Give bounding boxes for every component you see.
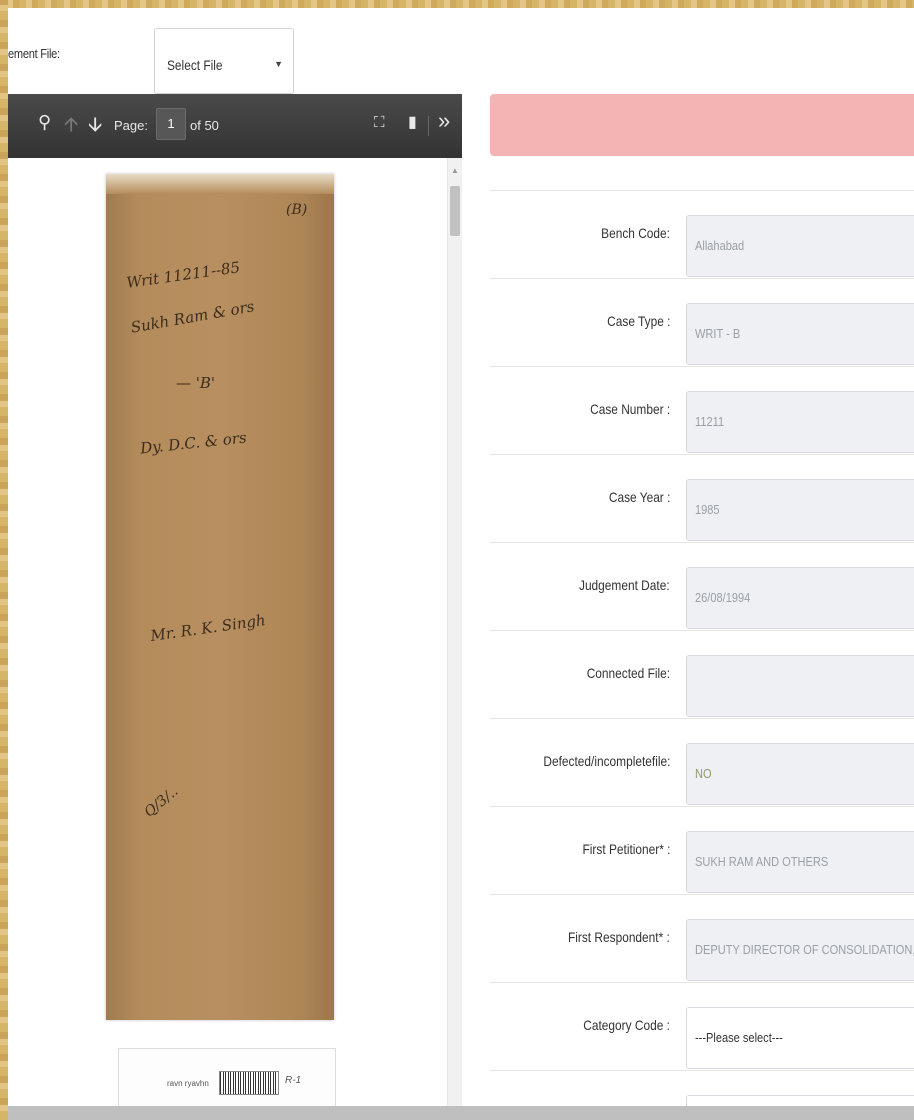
- case-type-field[interactable]: WRIT - B: [686, 303, 914, 365]
- double-chevron-right-icon[interactable]: »: [438, 108, 450, 134]
- toolbar-separator: [428, 116, 429, 136]
- document-page-cover: (B) Writ 11211--85 Sukh Ram & ors — 'B' …: [106, 174, 334, 1020]
- page-frame-top: [0, 0, 914, 8]
- caret-down-icon: ▼: [274, 59, 283, 69]
- page-number-input[interactable]: 1: [156, 108, 186, 140]
- case-type-label: Case Type :: [606, 313, 670, 329]
- handwriting-note: Sukh Ram & ors: [129, 297, 256, 337]
- pdf-viewer: ⚲ 🡩 🡫 Page: 1 of 50 ⛶ ▮ » (B) Writ 11211…: [8, 94, 462, 1120]
- form-row-case-type: Case Type : WRIT - B: [490, 278, 914, 367]
- judgement-date-value: 26/08/1994: [695, 590, 751, 605]
- defected-file-field[interactable]: NO: [686, 743, 914, 805]
- form-row-bench-code: Bench Code: Allahabad: [490, 190, 914, 279]
- form-row-case-year: Case Year : 1985: [490, 454, 914, 543]
- select-file-value: Select File: [167, 57, 223, 73]
- scrollbar-thumb[interactable]: [450, 186, 460, 236]
- judgement-date-label: Judgement Date:: [579, 577, 670, 593]
- handwriting-note: — 'B': [176, 374, 216, 392]
- page-label: Page:: [114, 118, 148, 133]
- handwriting-note: (B): [286, 202, 308, 218]
- page-count: of 50: [190, 118, 219, 133]
- document-stamp-text: ravn ryavhn: [167, 1079, 209, 1088]
- first-respondent-field[interactable]: DEPUTY DIRECTOR OF CONSOLIDATION, D: [686, 919, 914, 981]
- category-code-value: ---Please select---: [695, 1030, 783, 1045]
- form-row-case-number: Case Number : 11211: [490, 366, 914, 455]
- bench-code-label: Bench Code:: [601, 225, 670, 241]
- form-row-first-respondent: First Respondent* : DEPUTY DIRECTOR OF C…: [490, 894, 914, 983]
- case-year-value: 1985: [695, 502, 720, 517]
- case-year-field[interactable]: 1985: [686, 479, 914, 541]
- bench-code-field[interactable]: Allahabad: [686, 215, 914, 277]
- category-code-select[interactable]: ---Please select---: [686, 1007, 914, 1069]
- handwriting-note: Dy. D.C. & ors: [139, 428, 248, 458]
- page-frame-left: [0, 0, 8, 1120]
- case-number-label: Case Number :: [589, 401, 670, 417]
- scroll-up-icon[interactable]: ▲: [451, 166, 459, 175]
- handwriting-note: Q/3/..: [141, 783, 182, 821]
- case-year-label: Case Year :: [608, 489, 670, 505]
- handwriting-note: Mr. R. K. Singh: [149, 611, 267, 645]
- form-row-first-petitioner: First Petitioner* : SUKH RAM AND OTHERS: [490, 806, 914, 895]
- connected-file-label: Connected File:: [586, 665, 670, 681]
- fullscreen-icon[interactable]: ⛶: [374, 114, 385, 131]
- defected-file-value: NO: [695, 766, 712, 781]
- first-petitioner-label: First Petitioner* :: [582, 841, 670, 857]
- document-page-mark: R-1: [285, 1075, 302, 1086]
- main-canvas: ement File: Select File ▼ ⚲ 🡩 🡫 Page: 1 …: [8, 8, 914, 1120]
- category-code-label: Category Code :: [583, 1017, 670, 1033]
- arrow-down-icon[interactable]: 🡫: [88, 110, 102, 144]
- document-area[interactable]: (B) Writ 11211--85 Sukh Ram & ors — 'B' …: [8, 158, 462, 1120]
- judgement-date-field[interactable]: 26/08/1994: [686, 567, 914, 629]
- form-row-judgement-date: Judgement Date: 26/08/1994: [490, 542, 914, 631]
- case-type-value: WRIT - B: [695, 326, 741, 341]
- handwriting-note: Writ 11211--85: [125, 258, 242, 292]
- case-number-value: 11211: [695, 414, 725, 429]
- connected-file-field[interactable]: [686, 655, 914, 717]
- judgement-file-label: ement File:: [8, 46, 60, 61]
- viewer-scrollbar[interactable]: ▲: [447, 158, 462, 1120]
- first-petitioner-field[interactable]: SUKH RAM AND OTHERS: [686, 831, 914, 893]
- form-row-defected-file: Defected/incompletefile: NO: [490, 718, 914, 807]
- barcode-image: [219, 1071, 279, 1095]
- form-row-category-code: Category Code : ---Please select---: [490, 982, 914, 1071]
- bench-code-value: Allahabad: [695, 238, 745, 253]
- first-respondent-value: DEPUTY DIRECTOR OF CONSOLIDATION, D: [695, 942, 914, 957]
- search-icon[interactable]: ⚲: [38, 112, 51, 133]
- first-petitioner-value: SUKH RAM AND OTHERS: [695, 854, 829, 869]
- case-number-field[interactable]: 11211: [686, 391, 914, 453]
- alert-banner: [490, 94, 914, 156]
- bookmark-icon[interactable]: ▮: [408, 112, 417, 132]
- bottom-status-strip: [8, 1106, 914, 1120]
- pdf-toolbar: ⚲ 🡩 🡫 Page: 1 of 50 ⛶ ▮ »: [8, 94, 462, 158]
- form-row-connected-file: Connected File:: [490, 630, 914, 719]
- first-respondent-label: First Respondent* :: [568, 929, 670, 945]
- select-file-dropdown[interactable]: Select File ▼: [154, 28, 294, 94]
- arrow-up-icon[interactable]: 🡩: [64, 110, 78, 144]
- defected-file-label: Defected/incompletefile:: [542, 753, 670, 769]
